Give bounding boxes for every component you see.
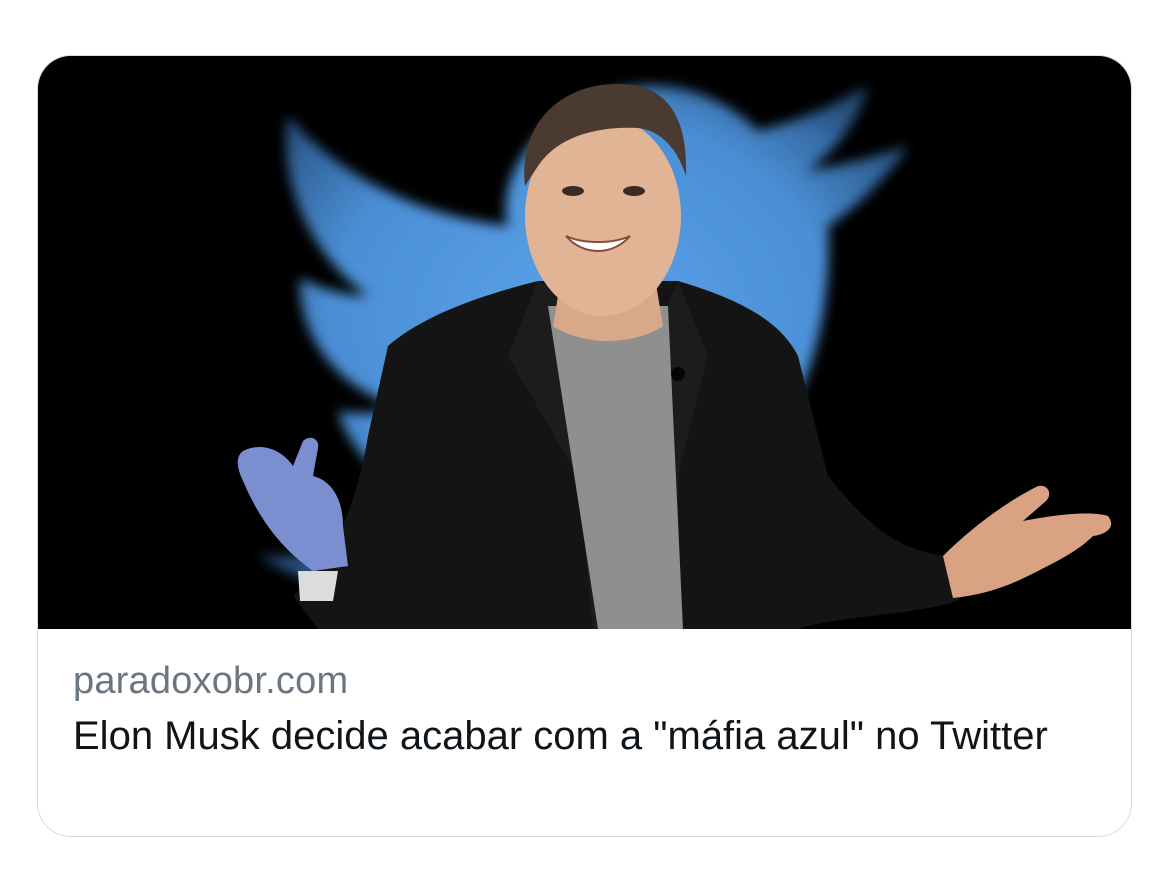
link-title[interactable]: Elon Musk decide acabar com a "máfia azu…	[73, 710, 1053, 762]
link-preview-card[interactable]: paradoxobr.com Elon Musk decide acabar c…	[37, 55, 1132, 837]
link-domain: paradoxobr.com	[73, 660, 349, 702]
link-preview-meta: paradoxobr.com Elon Musk decide acabar c…	[73, 656, 1101, 762]
article-thumbnail[interactable]	[38, 56, 1131, 629]
thumbnail-illustration	[38, 56, 1131, 629]
